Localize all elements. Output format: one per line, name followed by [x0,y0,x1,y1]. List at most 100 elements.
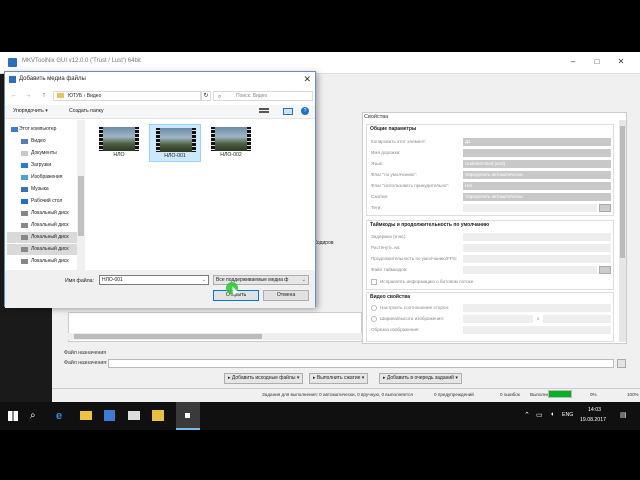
up-button[interactable]: ↑ [39,91,49,101]
stretch-input[interactable] [463,244,611,252]
nav-item-downloads[interactable]: Загрузки [7,160,77,171]
organize-menu[interactable]: Упорядочить ▾ [13,108,48,114]
progress-bar [548,390,572,398]
search-input[interactable]: ⌕ Поиск: Видео [213,91,313,101]
breadcrumb-item[interactable]: ЮТУБ [68,93,82,99]
fps-select[interactable] [463,255,611,263]
nav-item-disk[interactable]: Локальный диск [7,244,77,255]
network-icon[interactable]: ▭ [536,411,543,419]
dialog-close-button[interactable]: ✕ [303,74,311,85]
letterbox-top [0,0,640,52]
prop-label: Продолжительность по умолчанию/FPS: [371,256,458,261]
crop-input[interactable] [463,326,611,334]
edge-icon[interactable]: e [56,409,70,423]
horizontal-scrollbar[interactable] [68,333,362,340]
nav-item-documents[interactable]: Документы [7,148,77,159]
browse-button[interactable] [599,204,611,212]
dimensions-radio[interactable] [371,316,377,322]
dialog-title-bar: Добавить медиа файлы ✕ [5,72,315,88]
clock-time[interactable]: 14:03 [588,407,601,413]
properties-scrollbar[interactable] [619,120,626,342]
minimize-button[interactable]: – [566,56,580,68]
dest-file-input[interactable] [108,359,614,368]
nav-item-music[interactable]: Музыка [7,184,77,195]
nav-label: Загрузки [31,162,52,168]
dialog-title: Добавить медиа файлы [19,76,86,82]
breadcrumb-item[interactable]: Видео [87,93,102,99]
video-thumbnail [99,127,139,151]
pictures-folder-icon [21,175,28,180]
nav-item-disk[interactable]: Локальный диск [7,232,77,243]
nav-item-pictures[interactable]: Изображения [7,172,77,183]
browse-button[interactable] [599,266,611,274]
notifications-icon[interactable]: ▤ [620,411,627,419]
search-icon[interactable]: ⌕ [30,409,44,423]
breadcrumb[interactable]: ЮТУБ › Видео [53,91,201,101]
clock-date[interactable]: 19.08.2017 [580,417,606,423]
nav-item-this-pc[interactable]: Этот компьютер [7,124,77,135]
nav-scrollbar[interactable] [77,120,85,270]
start-icon[interactable] [8,411,18,421]
delay-input[interactable] [463,233,611,241]
compression-select[interactable]: Определить автоматически [463,193,611,201]
mkvtoolnix-taskbar-button[interactable] [176,402,200,430]
width-input[interactable] [463,315,533,323]
copy-item-select[interactable]: Да [463,138,611,146]
fix-bitstream-checkbox[interactable] [371,279,377,285]
file-item[interactable]: НЛО-002 [205,124,257,162]
cancel-button[interactable]: Отмена [263,290,309,301]
prop-label: Настроить соотношение сторон: [380,305,450,310]
nav-item-disk[interactable]: Локальный диск [7,256,77,267]
language-select[interactable]: Undetermined (und) [463,160,611,168]
aspect-radio[interactable] [371,305,377,311]
nav-item-desktop[interactable]: Рабочий стол [7,196,77,207]
nav-item-disk[interactable]: Локальный диск [7,208,77,219]
nav-item-disk[interactable]: Локальный диск [7,220,77,231]
file-item-selected[interactable]: НЛО-001 [149,124,201,162]
nav-item-video[interactable]: Видео [7,136,77,147]
refresh-button[interactable]: ↻ [201,91,211,101]
scrollbar-thumb[interactable] [620,126,625,258]
volume-icon[interactable]: ◖ [550,411,554,418]
tray-chevron-icon[interactable]: ⌃ [524,411,530,419]
mail-icon[interactable] [128,411,140,420]
dest-browse-button[interactable] [617,359,626,368]
prop-row: Язык: Undetermined (und) [371,160,617,169]
input-language[interactable]: ENG [562,412,573,418]
filename-input[interactable]: НЛО-001 ⌄ [99,275,209,285]
scrollbar-thumb[interactable] [74,334,262,339]
forced-flag-select[interactable]: Нет [463,182,611,190]
tags-input[interactable] [463,204,597,212]
back-button[interactable]: ← [9,91,19,101]
add-to-queue-button[interactable]: ▸ Добавить в очередь заданий ▾ [379,373,462,384]
height-input[interactable] [543,315,611,323]
app-icon[interactable] [152,410,164,421]
app-icon [8,58,17,67]
start-muxing-button[interactable]: ▸ Выполнить сжатие ▾ [309,373,369,384]
help-icon[interactable]: ? [301,107,309,115]
track-name-input[interactable] [463,149,611,157]
view-mode-icon[interactable] [259,108,269,115]
prop-row: Задержка (в мс): [371,233,617,242]
add-source-files-button[interactable]: ▸ Добавить исходные файлы ▾ [224,373,304,384]
prop-label: Ширина/высота изображения: [380,316,445,321]
default-flag-select[interactable]: Определить автоматически [463,171,611,179]
close-button[interactable]: ✕ [614,56,628,68]
maximize-button[interactable]: □ [590,56,604,68]
encoding-column-header[interactable]: Кодиров [314,240,362,248]
store-icon[interactable] [104,410,115,421]
aspect-select[interactable] [463,304,611,312]
filename-area: Имя файла: НЛО-001 ⌄ Все поддерживаемые м… [5,270,315,308]
forward-button[interactable]: → [23,91,33,101]
chevron-down-icon[interactable]: ⌄ [202,276,206,284]
preview-pane-icon[interactable] [283,108,293,115]
file-explorer-icon[interactable] [80,411,92,420]
timecode-file-input[interactable] [463,266,597,274]
dest-file-label: Файл назначения: [64,360,108,366]
scrollbar-thumb[interactable] [78,176,84,236]
new-folder-button[interactable]: Создать папку [69,108,104,114]
disk-icon [21,259,28,264]
video-thumbnail [156,128,196,152]
prop-row: Теги: [371,204,617,213]
file-item[interactable]: НЛО [93,124,145,162]
